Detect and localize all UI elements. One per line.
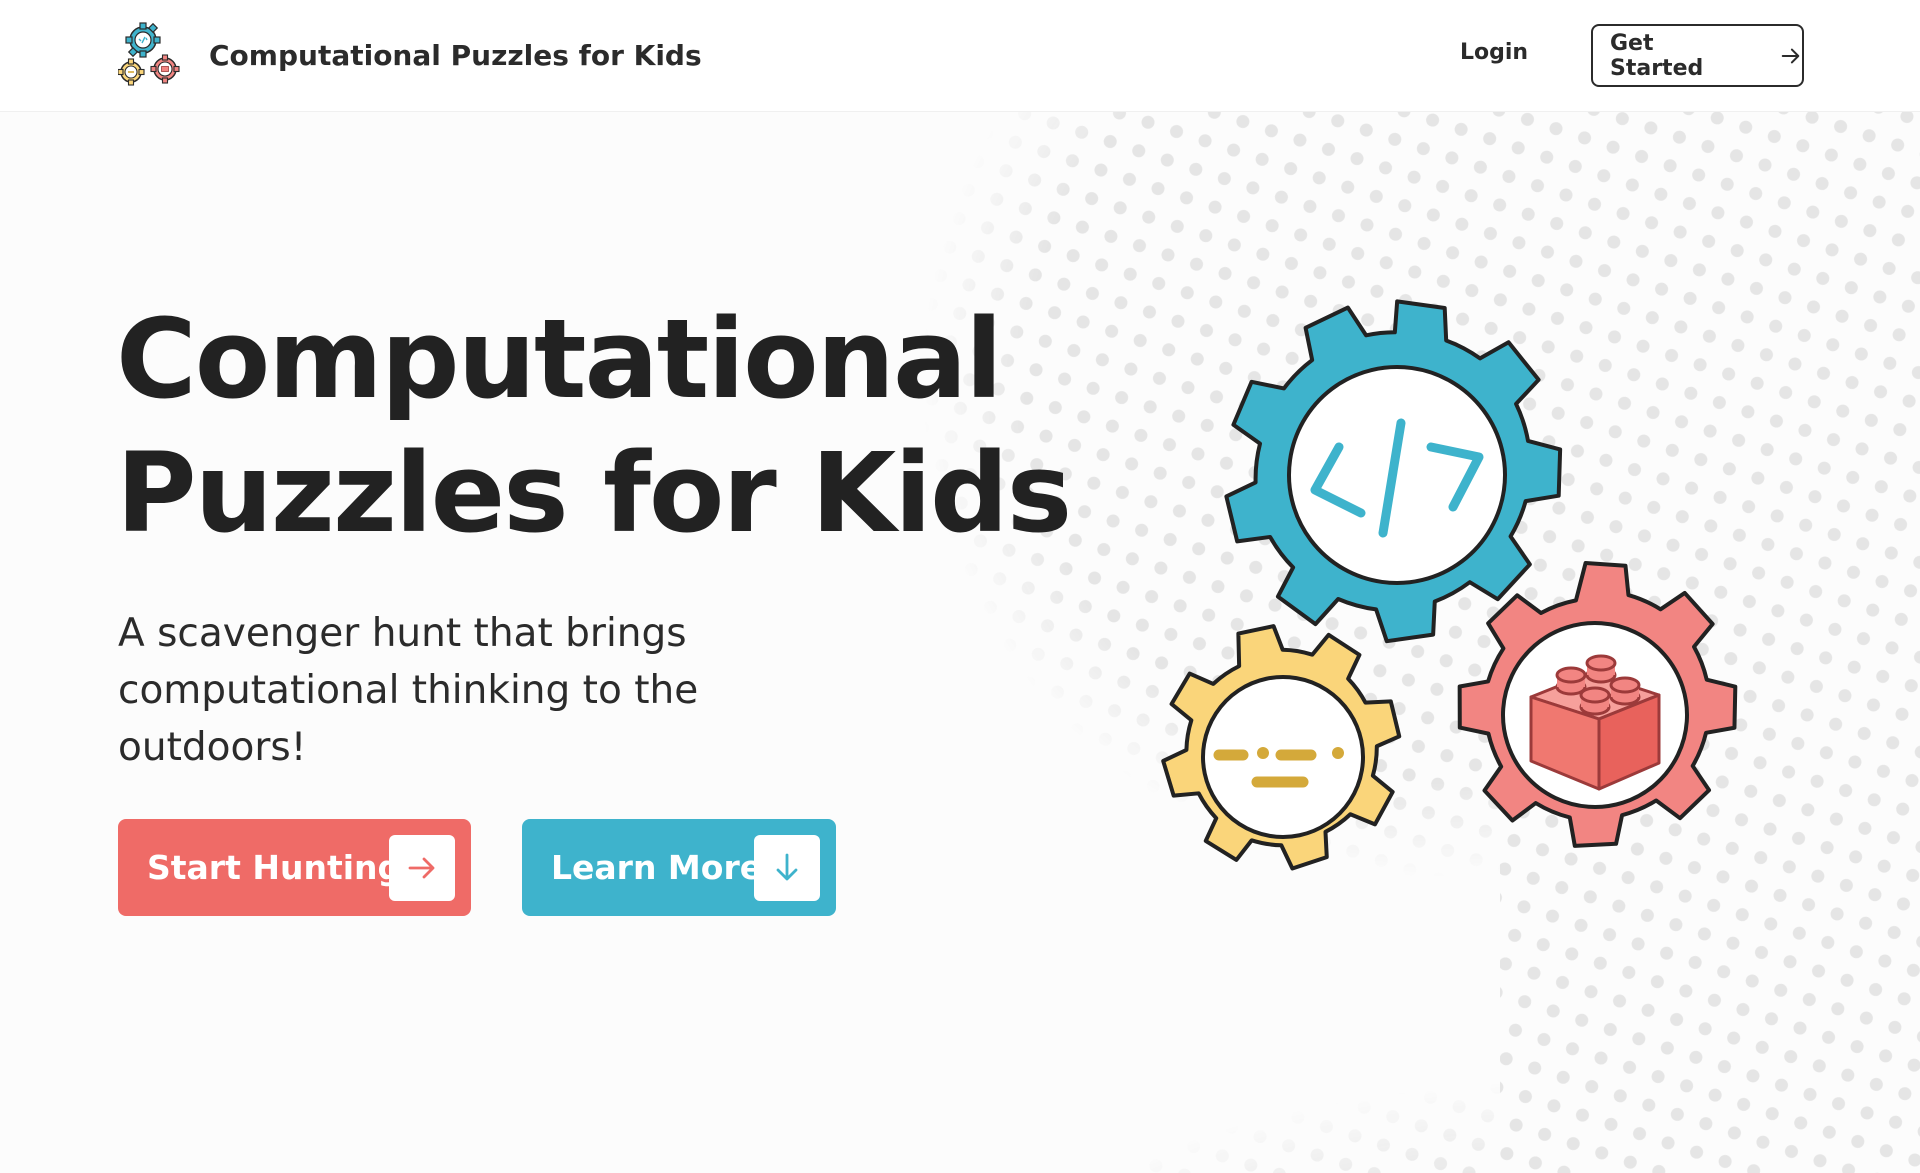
login-link[interactable]: Login <box>1460 40 1528 65</box>
learn-more-icon-box <box>754 835 820 901</box>
start-hunting-button[interactable]: Start Hunting <box>118 819 471 916</box>
get-started-button[interactable]: Get Started <box>1591 24 1804 87</box>
pattern-gear <box>1161 624 1402 871</box>
hero-subtitle-line1: A scavenger hunt that brings <box>118 611 687 656</box>
gears-logo-icon <box>118 22 180 86</box>
hero-title: Computational Puzzles for Kids <box>116 292 1072 560</box>
hero-subtitle-line2: computational thinking to the <box>118 668 699 713</box>
landing-page: Computational Puzzles for Kids Login Get… <box>0 0 1920 1173</box>
gears-illustration <box>1161 299 1738 871</box>
hero-subtitle-line3: outdoors! <box>118 725 307 770</box>
arrow-right-icon <box>1781 48 1800 63</box>
start-hunting-label: Start Hunting <box>147 848 402 887</box>
hero-title-line1: Computational <box>116 295 1003 423</box>
hero-title-line2: Puzzles for Kids <box>116 429 1072 557</box>
start-hunting-icon-box <box>389 835 455 901</box>
arrow-right-icon <box>408 857 435 879</box>
hero-subtitle: A scavenger hunt that brings computation… <box>118 605 758 776</box>
learn-more-label: Learn More <box>551 848 763 887</box>
brand-name: Computational Puzzles for Kids <box>209 38 702 72</box>
learn-more-button[interactable]: Learn More <box>522 819 836 916</box>
brand[interactable]: Computational Puzzles for Kids <box>118 22 702 88</box>
get-started-label: Get Started <box>1610 30 1704 81</box>
top-navbar: Computational Puzzles for Kids Login Get… <box>0 0 1920 112</box>
arrow-down-icon <box>776 853 798 881</box>
